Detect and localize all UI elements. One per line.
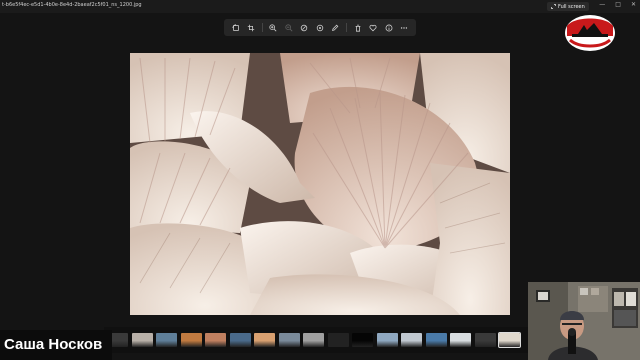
filmstrip-thumbnail[interactable] xyxy=(254,333,275,347)
filmstrip-thumbnail[interactable] xyxy=(303,333,324,347)
channel-logo xyxy=(564,14,616,52)
filmstrip-thumbnail[interactable] xyxy=(205,333,226,347)
zoom-out-icon[interactable] xyxy=(284,23,294,33)
window-titlebar: t-b6e5f4ec-e5d1-4b0e-8e4d-2baeaf2c5f01_n… xyxy=(0,0,640,13)
filmstrip-thumbnail[interactable] xyxy=(401,333,422,347)
filmstrip-thumbnail[interactable] xyxy=(425,333,447,347)
minimize-button[interactable]: — xyxy=(599,1,605,8)
filmstrip-thumbnail[interactable] xyxy=(278,333,300,347)
erase-icon[interactable] xyxy=(299,23,309,33)
window-title: t-b6e5f4ec-e5d1-4b0e-8e4d-2baeaf2c5f01_n… xyxy=(2,2,142,8)
main-photo xyxy=(130,53,510,315)
filmstrip-thumbnail[interactable] xyxy=(352,333,373,347)
info-icon[interactable] xyxy=(384,23,394,33)
filter-icon[interactable] xyxy=(315,23,325,33)
filmstrip xyxy=(104,327,528,353)
maximize-button[interactable]: □ xyxy=(615,1,621,8)
filmstrip-thumbnail[interactable] xyxy=(229,333,251,347)
close-button[interactable]: ✕ xyxy=(631,1,636,8)
filmstrip-thumbnail[interactable] xyxy=(327,333,349,347)
filmstrip-thumbnail[interactable] xyxy=(156,333,177,347)
filmstrip-thumbnail[interactable] xyxy=(376,333,398,347)
webcam-overlay xyxy=(528,282,640,360)
favorite-icon[interactable] xyxy=(368,23,378,33)
rotate-icon[interactable] xyxy=(231,23,241,33)
toolbar-divider xyxy=(346,23,348,32)
edit-icon[interactable] xyxy=(330,23,340,33)
filmstrip-thumbnail[interactable] xyxy=(131,333,153,347)
filmstrip-thumbnail[interactable] xyxy=(450,333,471,347)
presenter-name-caption: Саша Носков xyxy=(0,330,112,360)
filmstrip-thumbnail[interactable] xyxy=(180,333,202,347)
more-icon[interactable] xyxy=(399,23,409,33)
fullscreen-button[interactable]: Full screen xyxy=(547,2,589,11)
photo-toolbar xyxy=(224,19,416,36)
toolbar-divider xyxy=(261,23,263,32)
crop-icon[interactable] xyxy=(246,23,256,33)
delete-icon[interactable] xyxy=(353,23,363,33)
filmstrip-thumbnail[interactable] xyxy=(498,332,521,348)
zoom-in-icon[interactable] xyxy=(268,23,278,33)
fullscreen-label: Full screen xyxy=(558,3,585,10)
filmstrip-thumbnail[interactable] xyxy=(474,333,496,347)
expand-icon xyxy=(551,4,556,9)
